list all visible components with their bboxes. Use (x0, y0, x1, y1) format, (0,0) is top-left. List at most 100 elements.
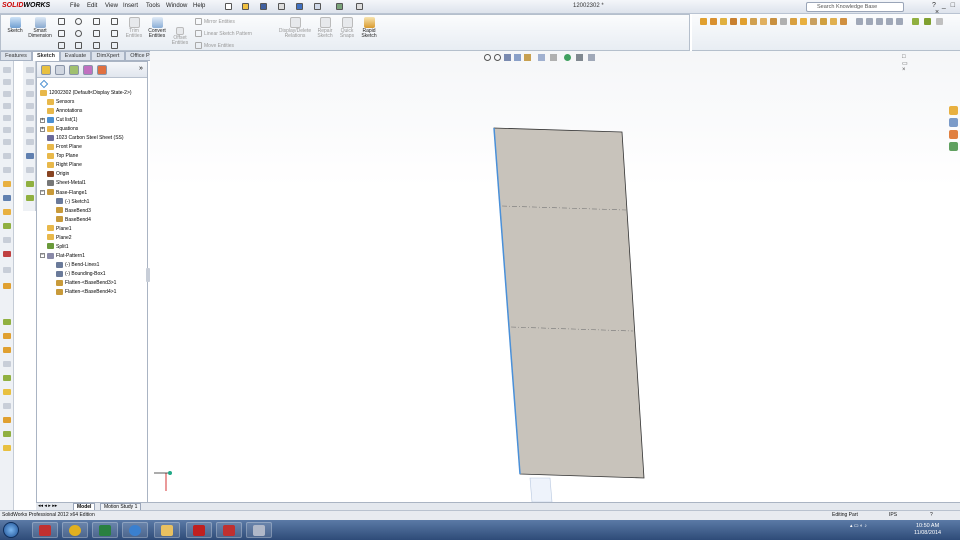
circle-icon[interactable] (75, 18, 82, 25)
tree-root-part[interactable]: 12002302 (Default<Display State-2>) (40, 89, 132, 97)
file-explorer-icon[interactable] (949, 130, 958, 139)
more-tools-icon[interactable] (936, 18, 943, 25)
apply-scene-icon[interactable] (576, 54, 583, 61)
flatten-icon[interactable] (924, 18, 931, 25)
tree-item[interactable]: Sensors (47, 98, 74, 106)
cut-icon[interactable] (740, 18, 747, 25)
menu-file[interactable]: File (70, 3, 80, 9)
taskbar-ie[interactable] (122, 522, 148, 538)
graphics-area[interactable] (150, 51, 960, 503)
spline-icon[interactable] (93, 30, 100, 37)
toolbar-icon-3[interactable] (3, 91, 11, 97)
miter-flange-icon[interactable] (876, 18, 883, 25)
toolbar-icon-6[interactable] (3, 127, 11, 133)
sketch-button[interactable]: Sketch (4, 17, 26, 34)
toolbar2-icon-6[interactable] (26, 127, 34, 133)
solidworks-logo[interactable]: SOLIDWORKS (2, 2, 64, 12)
tree-item[interactable]: (-) Bend-Lines1 (56, 261, 99, 269)
design-library-icon[interactable] (949, 118, 958, 127)
toolbar2-icon-4[interactable] (26, 103, 34, 109)
tree-item[interactable]: Flat-Pattern1 (47, 252, 85, 260)
offset-entities-button[interactable]: Offset Entities (169, 27, 191, 46)
shell-icon[interactable] (770, 18, 777, 25)
configuration-manager-tab-icon[interactable] (69, 65, 79, 75)
tab-features[interactable]: Features (0, 51, 32, 61)
toolbar-icon-16[interactable] (3, 267, 11, 273)
toolbar-icon-12[interactable] (3, 209, 11, 215)
save-icon[interactable] (260, 3, 267, 10)
toolbar2-icon-10[interactable] (26, 181, 34, 187)
taskbar-tool[interactable] (246, 522, 272, 538)
edge-flange-icon[interactable] (866, 18, 873, 25)
toolbar-icon-18[interactable] (3, 319, 11, 325)
toolbar-icon-15[interactable] (3, 251, 11, 257)
toolbar2-icon-2[interactable] (26, 79, 34, 85)
taskbar-chrome[interactable] (62, 522, 88, 538)
toolbar-icon-11[interactable] (3, 195, 11, 201)
toolbar-icon-22[interactable] (3, 375, 11, 381)
zoom-to-area-icon[interactable] (494, 54, 501, 61)
view-orientation-icon[interactable] (524, 54, 531, 61)
clock[interactable]: 10:50 AM 11/08/2014 (914, 523, 941, 537)
menu-tools[interactable]: Tools (146, 3, 160, 9)
options-icon[interactable] (356, 3, 363, 10)
tree-item[interactable]: (-) Sketch1 (56, 198, 89, 206)
arc-icon[interactable] (93, 18, 100, 25)
print-icon[interactable] (278, 3, 285, 10)
menu-view[interactable]: View (105, 3, 118, 9)
new-document-icon[interactable] (225, 3, 232, 10)
fillet-icon[interactable] (111, 18, 118, 25)
toolbar-icon-27[interactable] (3, 445, 11, 451)
menu-insert[interactable]: Insert (123, 3, 138, 9)
hide-show-items-icon[interactable] (550, 54, 557, 61)
edit-appearance-icon[interactable] (564, 54, 571, 61)
property-manager-tab-icon[interactable] (55, 65, 65, 75)
solidworks-resources-icon[interactable] (949, 106, 958, 115)
previous-view-icon[interactable] (504, 54, 511, 61)
start-button[interactable] (3, 522, 19, 538)
tree-item[interactable]: Plane2 (47, 234, 72, 242)
revolve-icon[interactable] (710, 18, 717, 25)
help-question-icon[interactable]: ? (932, 2, 936, 9)
toolbar-icon-10[interactable] (3, 181, 11, 187)
taskbar-explorer[interactable] (154, 522, 180, 538)
toolbar-icon-13[interactable] (3, 223, 11, 229)
rebuild-icon[interactable] (336, 3, 343, 10)
viewport-window-controls-icon[interactable]: □ ▭ × (902, 54, 908, 73)
repair-sketch-button[interactable]: Repair Sketch (314, 17, 336, 39)
toolbar-icon-17[interactable] (3, 283, 11, 289)
toolbar2-icon-1[interactable] (26, 67, 34, 73)
extrude-icon[interactable] (700, 18, 707, 25)
tree-item[interactable]: Plane1 (47, 225, 72, 233)
toolbar2-icon-5[interactable] (26, 115, 34, 121)
tree-item[interactable]: BaseBend4 (56, 216, 91, 224)
sketched-bend-icon[interactable] (912, 18, 919, 25)
centerline-icon[interactable] (111, 42, 118, 49)
fillet-feature-icon[interactable] (750, 18, 757, 25)
taskbar-excel[interactable] (92, 522, 118, 538)
toolbar-icon-20[interactable] (3, 347, 11, 353)
zoom-to-fit-icon[interactable] (484, 54, 491, 61)
toolbar-icon-24[interactable] (3, 403, 11, 409)
toolbar2-icon-9[interactable] (26, 167, 34, 173)
view-settings-icon[interactable] (588, 54, 595, 61)
tree-item[interactable]: Split1 (47, 243, 69, 251)
tree-item[interactable]: Cut list(1) (47, 116, 77, 124)
move-entities-label[interactable]: Move Entities (204, 43, 234, 49)
draft-icon[interactable] (780, 18, 787, 25)
quick-snaps-button[interactable]: Quick Snaps (337, 17, 357, 39)
toolbar-icon-14[interactable] (3, 237, 11, 243)
filter-icon[interactable] (39, 79, 49, 89)
tree-item[interactable]: Right Plane (47, 161, 82, 169)
polygon-icon[interactable] (75, 30, 82, 37)
display-delete-relations-button[interactable]: Display/Delete Relations (277, 17, 313, 39)
tree-item[interactable]: Base-Flange1 (47, 189, 87, 197)
hem-icon[interactable] (886, 18, 893, 25)
tree-expand-toggle[interactable]: + (40, 126, 45, 132)
slot-icon[interactable] (58, 42, 65, 49)
taskbar-solidworks-2[interactable] (216, 522, 242, 538)
toolbar-icon-19[interactable] (3, 333, 11, 339)
trim-entities-button[interactable]: Trim Entities (123, 17, 145, 39)
sweep-icon[interactable] (720, 18, 727, 25)
text-icon[interactable] (111, 30, 118, 37)
